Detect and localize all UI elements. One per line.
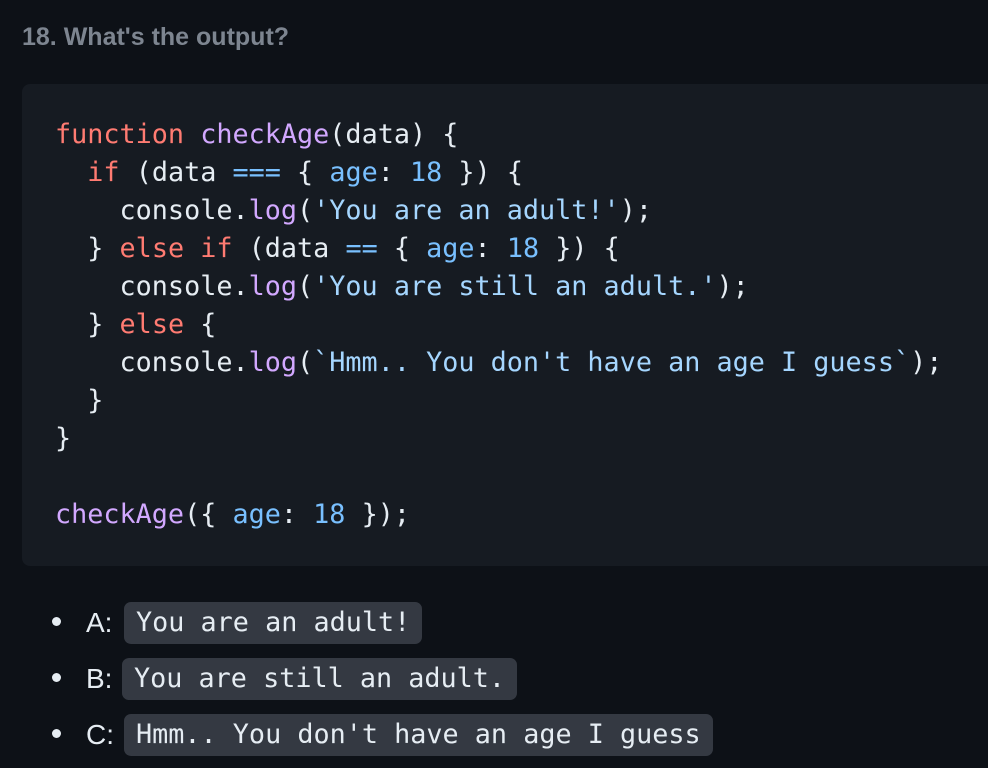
code-text: }) { <box>539 233 620 264</box>
code-text: ( <box>297 195 314 226</box>
code-text: } <box>55 423 72 454</box>
answer-letter: C: <box>86 719 114 750</box>
string-token: 'You are an adult!' <box>313 195 620 226</box>
string-token: 'You are still an adult.' <box>313 271 717 302</box>
code-line-9: } <box>55 420 942 458</box>
code-line-6: } else { <box>55 306 942 344</box>
code-text: ({ <box>184 499 233 530</box>
number-token: 18 <box>506 233 540 264</box>
keyword-token: else <box>119 233 185 264</box>
answer-letter: B: <box>86 663 113 694</box>
code-line-3: console.log('You are an adult!'); <box>55 192 942 230</box>
code-line-2: if (data === { age: 18 }) { <box>55 154 942 192</box>
code-line-4: } else if (data == { age: 18 }) { <box>55 230 942 268</box>
code-text: console. <box>55 347 249 378</box>
code-text: console. <box>55 195 249 226</box>
code-line-11: checkAge({ age: 18 }); <box>55 496 942 534</box>
keyword-token: else <box>119 309 185 340</box>
code-text: } <box>55 233 120 264</box>
code-text: } <box>55 309 120 340</box>
function-token: log <box>248 271 298 302</box>
bullet-icon <box>52 673 61 682</box>
function-token: checkAge <box>55 499 185 530</box>
code-text: : <box>474 233 507 264</box>
function-token: log <box>248 195 298 226</box>
code-text: ( <box>297 271 314 302</box>
code-text: : <box>377 157 410 188</box>
code-text: : <box>280 499 314 530</box>
code-text: } <box>55 385 104 416</box>
string-token: `Hmm.. You don't have an age I guess` <box>313 347 911 378</box>
property-token: age <box>232 499 281 530</box>
keyword-token: if <box>200 233 233 264</box>
number-token: 18 <box>313 499 346 530</box>
code-line-8: } <box>55 382 942 420</box>
question-title: 18. What's the output? <box>22 23 290 51</box>
code-text: (data <box>119 157 233 188</box>
code-text: ( <box>297 347 314 378</box>
answer-code: You are an adult! <box>124 602 423 644</box>
property-token: age <box>329 157 378 188</box>
number-token: 18 <box>410 157 443 188</box>
code-text: ); <box>619 195 652 226</box>
answer-letter: A: <box>86 607 113 638</box>
code-text: (data <box>232 233 346 264</box>
function-token: log <box>248 347 298 378</box>
code-line-1: function checkAge(data) { <box>55 116 942 154</box>
property-token: age <box>426 233 475 264</box>
operator-token: === <box>232 157 281 188</box>
code-text: }); <box>345 499 410 530</box>
answer-code: Hmm.. You don't have an age I guess <box>124 714 713 756</box>
function-token: checkAge <box>200 119 330 150</box>
code-text: }) { <box>442 157 523 188</box>
code-line-5: console.log('You are still an adult.'); <box>55 268 942 306</box>
code-text: ); <box>716 271 749 302</box>
code-text: { <box>377 233 427 264</box>
bullet-icon <box>52 729 61 738</box>
code-content: function checkAge(data) { if (data === {… <box>55 116 942 534</box>
bullet-icon <box>52 617 61 626</box>
code-text: { <box>184 309 217 340</box>
code-text: ); <box>910 347 943 378</box>
code-text: (data) { <box>329 119 459 150</box>
code-block: function checkAge(data) { if (data === {… <box>22 84 988 566</box>
code-text: console. <box>55 271 249 302</box>
keyword-token: if <box>87 157 120 188</box>
code-line-7: console.log(`Hmm.. You don't have an age… <box>55 344 943 382</box>
operator-token: == <box>345 233 378 264</box>
keyword-token: function <box>55 119 185 150</box>
answer-code: You are still an adult. <box>122 658 518 700</box>
code-text: { <box>280 157 330 188</box>
